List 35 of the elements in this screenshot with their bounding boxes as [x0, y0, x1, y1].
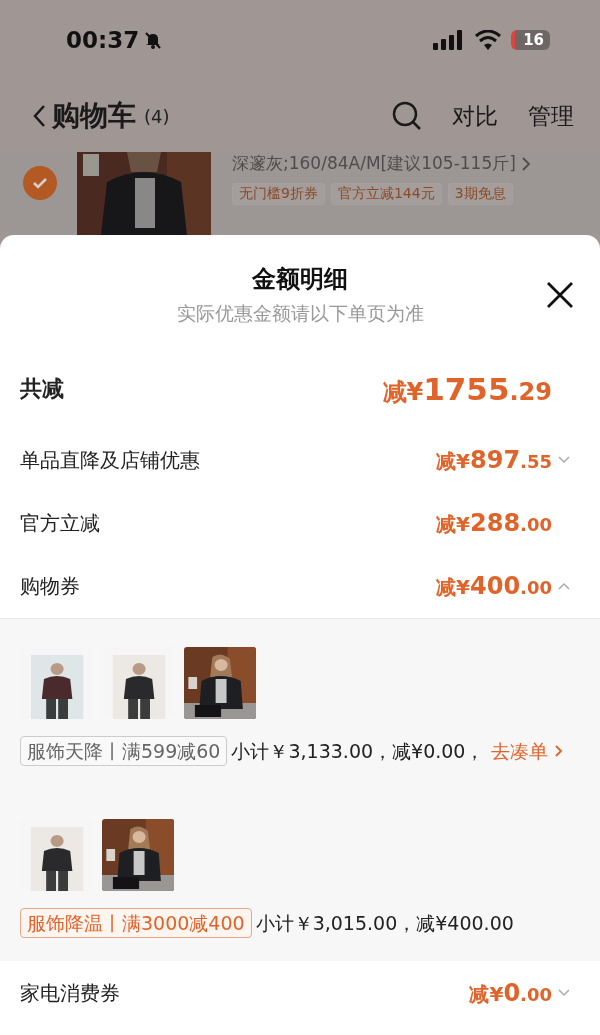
promo-tag: 官方立减144元	[330, 183, 442, 205]
promo-tag: 无门槛9折券	[232, 183, 325, 205]
wifi-icon	[475, 30, 502, 50]
row-label: 共减	[20, 375, 64, 404]
battery-level: 16	[511, 30, 550, 50]
discount-amount: 减¥897.55	[436, 445, 552, 475]
search-icon[interactable]	[392, 101, 422, 131]
discount-amount: 减¥0.00	[469, 978, 552, 1008]
discount-amount: 减¥288.00	[436, 508, 552, 538]
chevron-down-icon[interactable]	[558, 989, 570, 998]
row-label: 单品直降及店铺优惠	[20, 446, 200, 474]
row-label: 官方立减	[20, 509, 100, 537]
coupon-summary: 服饰降温丨满3000减400 小计￥3,015.00，减¥400.00	[20, 904, 580, 941]
row-label: 购物券	[20, 572, 80, 600]
clock-time: 00:37	[66, 27, 140, 53]
coupon-summary: 服饰天降丨满599减60 小计￥3,133.00，减¥0.00， 去凑单	[20, 732, 580, 769]
item-count: (4)	[144, 105, 170, 127]
add-items-link[interactable]: 去凑单	[490, 739, 564, 762]
close-button[interactable]	[546, 281, 574, 309]
chevron-down-icon[interactable]	[558, 456, 570, 465]
nav-action-button[interactable]: 管理	[528, 100, 574, 132]
discount-amount: 减¥400.00	[436, 571, 552, 601]
page-title: 购物车	[52, 98, 136, 134]
nav-action-button[interactable]: 对比	[452, 100, 498, 132]
sheet-title: 金额明细	[252, 264, 348, 295]
chevron-up-icon[interactable]	[558, 582, 570, 591]
item-checkbox[interactable]	[23, 166, 57, 200]
discount-amount: 减¥1755.29	[382, 370, 552, 408]
checkmark-icon	[32, 177, 48, 189]
chevron-right-icon	[553, 743, 564, 758]
sheet-subtitle: 实际优惠金额请以下单页为准	[176, 301, 424, 326]
row-label: 家电消费券	[20, 979, 120, 1007]
chevron-right-icon	[521, 156, 531, 171]
promo-tag: 3期免息	[447, 183, 513, 205]
back-icon[interactable]	[32, 104, 46, 128]
